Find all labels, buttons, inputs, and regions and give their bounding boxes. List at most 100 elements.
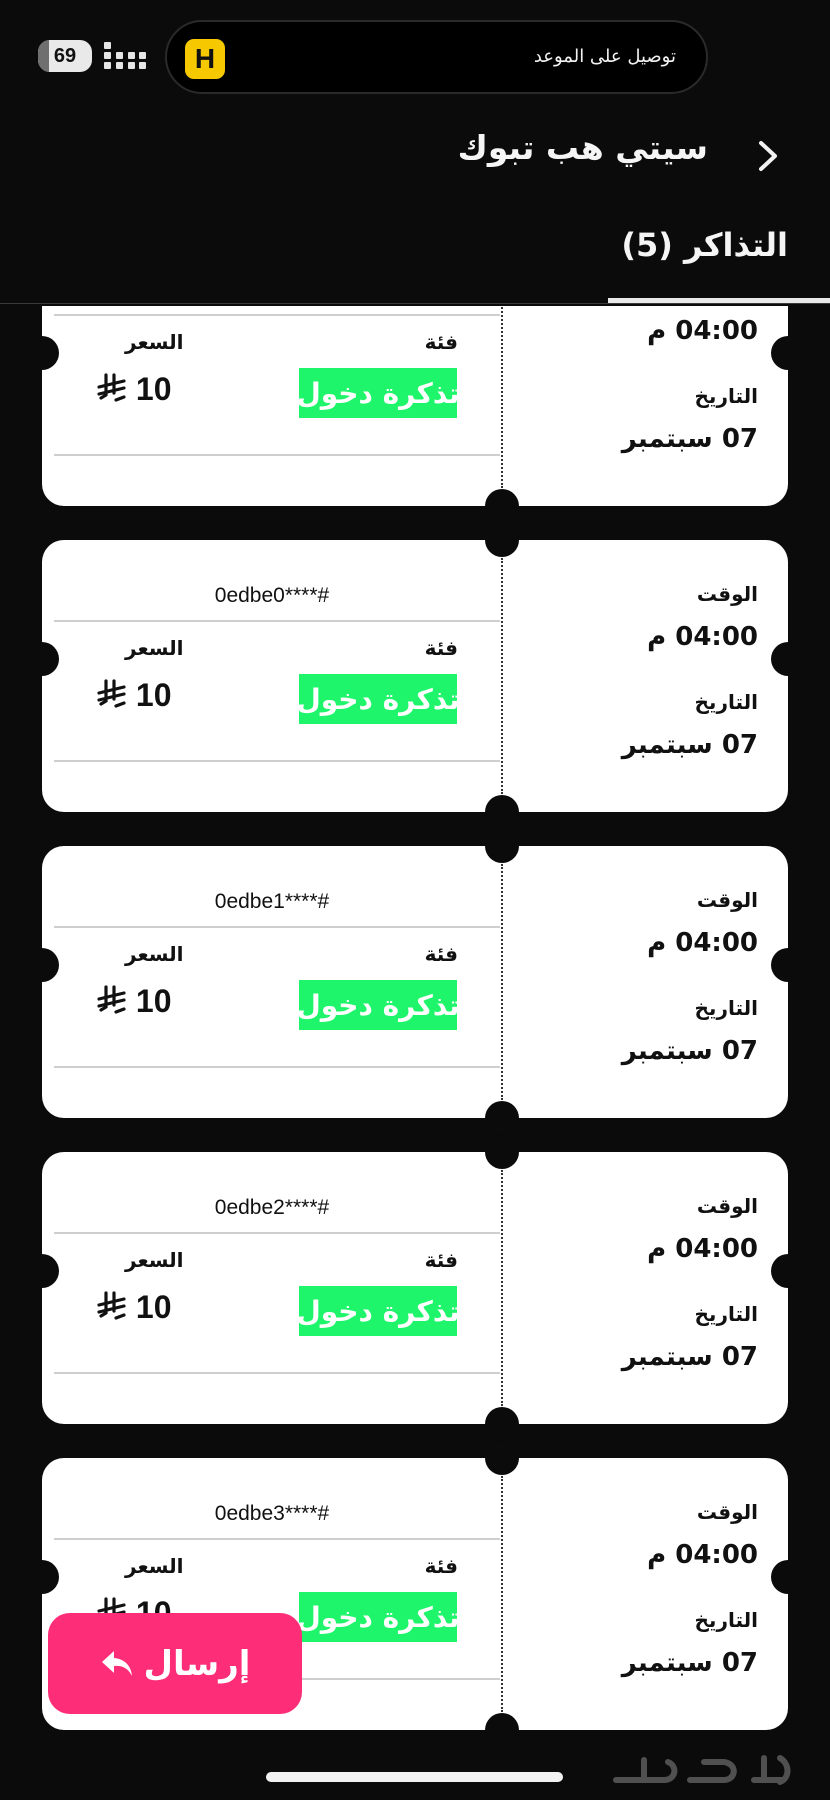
dynamic-island-notification[interactable]: H توصيل على الموعد [165,20,708,94]
ticket-notch [485,523,519,557]
tab-tickets[interactable]: التذاكر (5) [621,226,788,264]
ticket-notch [25,1254,59,1288]
price-amount: 10 [135,677,172,713]
time-label: الوقت [696,582,758,606]
saudi-riyal-icon [97,985,126,1014]
price-label: السعر [125,636,184,660]
divider [54,1372,500,1374]
ticket-notch [25,948,59,982]
price-label: السعر [125,942,184,966]
ticket-perforation [501,864,503,1100]
ticket-notch [25,642,59,676]
divider [54,454,500,456]
ticket-notch [25,1560,59,1594]
price-amount: 10 [135,371,172,407]
battery-indicator: 69 [38,40,92,72]
ticket-perforation [501,1170,503,1406]
divider [54,1232,500,1234]
ticket-card[interactable]: الوقت 04:00 م التاريخ 07 سبتمبر 0edbe2**… [25,1135,805,1441]
category-badge: تذكرة دخول [296,1286,460,1336]
price-value: 10 [97,677,171,714]
ticket-code: 0edbe0****# [214,584,330,607]
ticket-code: 0edbe1****# [214,890,330,913]
divider [54,620,500,622]
divider [54,314,500,316]
header-divider [0,303,830,304]
divider [54,926,500,928]
saudi-riyal-icon [97,1291,126,1320]
time-value: 04:00 م [647,1540,758,1570]
ticket-card[interactable]: الوقت 04:00 م التاريخ 07 سبتمبر 0edbdf**… [25,306,805,523]
time-value: 04:00 م [647,1234,758,1264]
category-badge: تذكرة دخول [296,980,460,1030]
battery-level: 69 [53,44,77,67]
time-value: 04:00 م [647,316,758,346]
category-badge: تذكرة دخول [296,368,460,418]
ticket-notch [485,1407,519,1441]
category-badge: تذكرة دخول [296,1592,460,1642]
ticket-notch [485,1101,519,1135]
saudi-riyal-icon [97,679,126,708]
haraj-watermark [613,1755,791,1785]
ticket-notch [485,1135,519,1169]
category-label: فئة [424,1554,458,1578]
price-value: 10 [97,983,171,1020]
ticket-notch [771,1560,805,1594]
time-value: 04:00 م [647,928,758,958]
date-label: التاريخ [694,1608,758,1632]
category-badge: تذكرة دخول [296,674,460,724]
ticket-notch [771,1254,805,1288]
app-logo: H [185,39,225,79]
ticket-code: 0edbe2****# [214,1196,330,1219]
divider [54,1066,500,1068]
send-button[interactable]: إرسال [48,1613,302,1714]
saudi-riyal-icon [97,373,126,402]
ticket-card[interactable]: الوقت 04:00 م التاريخ 07 سبتمبر 0edbe1**… [25,829,805,1135]
send-label: إرسال [143,1643,251,1684]
date-value: 07 سبتمبر [621,1036,758,1066]
home-indicator[interactable] [266,1772,563,1782]
category-label: فئة [424,1248,458,1272]
price-value: 10 [97,1289,171,1326]
price-amount: 10 [135,983,172,1019]
ticket-notch [485,1441,519,1475]
ticket-notch [771,642,805,676]
ticket-list[interactable]: الوقت 04:00 م التاريخ 07 سبتمبر 0edbdf**… [0,306,830,1766]
date-value: 07 سبتمبر [621,1342,758,1372]
time-label: الوقت [696,888,758,912]
ticket-notch [25,336,59,370]
price-value: 10 [97,371,171,408]
ticket-code: 0edbe3****# [214,1502,330,1525]
date-value: 07 سبتمبر [621,730,758,760]
date-label: التاريخ [694,1302,758,1326]
ticket-perforation [501,306,503,488]
time-label: الوقت [696,1500,758,1524]
date-label: التاريخ [694,690,758,714]
page-title: سيتي هب تبوك [457,128,708,167]
date-value: 07 سبتمبر [621,1648,758,1678]
ticket-perforation [501,1476,503,1712]
ticket-notch [485,489,519,523]
ticket-notch [771,336,805,370]
price-label: السعر [125,1554,184,1578]
notification-text: توصيل على الموعد [533,46,676,67]
date-label: التاريخ [694,384,758,408]
time-label: الوقت [696,1194,758,1218]
price-label: السعر [125,330,184,354]
ticket-notch [485,1713,519,1747]
price-label: السعر [125,1248,184,1272]
category-label: فئة [424,636,458,660]
ticket-notch [485,795,519,829]
ticket-notch [485,829,519,863]
divider [54,1538,500,1540]
time-value: 04:00 م [647,622,758,652]
ticket-notch [771,948,805,982]
chevron-right-icon[interactable] [752,140,784,172]
ticket-card[interactable]: الوقت 04:00 م التاريخ 07 سبتمبر 0edbe0**… [25,523,805,829]
category-label: فئة [424,330,458,354]
signal-icon [104,42,146,70]
ticket-perforation [501,558,503,794]
date-label: التاريخ [694,996,758,1020]
reply-arrow-icon [101,1650,132,1676]
date-value: 07 سبتمبر [621,424,758,454]
